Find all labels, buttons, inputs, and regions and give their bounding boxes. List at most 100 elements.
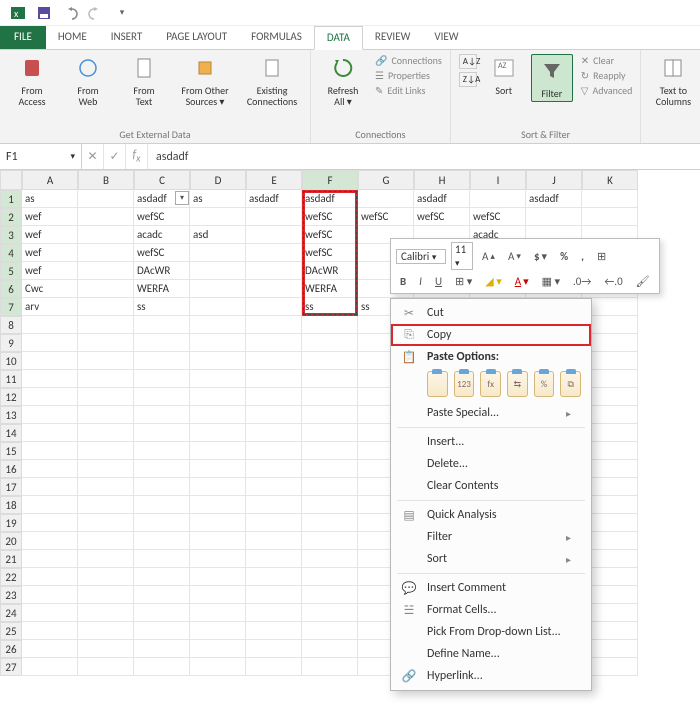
save-icon[interactable] xyxy=(36,5,52,21)
cell-C27[interactable] xyxy=(134,658,190,676)
cell-E14[interactable] xyxy=(246,424,302,442)
cell-F6[interactable]: WERFA xyxy=(302,280,358,298)
cell-C9[interactable] xyxy=(134,334,190,352)
cell-A5[interactable]: wef xyxy=(22,262,78,280)
cell-A12[interactable] xyxy=(22,388,78,406)
worksheet-grid[interactable]: ABCDEFGHIJK1asasdadf▾asasdadfasdadfasdad… xyxy=(0,170,700,676)
paste-option-5[interactable]: ⧉ xyxy=(560,371,581,397)
row-header-24[interactable]: 24 xyxy=(0,604,22,622)
row-header-21[interactable]: 21 xyxy=(0,550,22,568)
cell-E12[interactable] xyxy=(246,388,302,406)
cell-A23[interactable] xyxy=(22,586,78,604)
cell-D4[interactable] xyxy=(190,244,246,262)
cell-E21[interactable] xyxy=(246,550,302,568)
decrease-font-button[interactable]: A▾ xyxy=(504,248,525,265)
cell-E10[interactable] xyxy=(246,352,302,370)
cell-D7[interactable] xyxy=(190,298,246,316)
cell-K1[interactable] xyxy=(582,190,638,208)
cell-E11[interactable] xyxy=(246,370,302,388)
refresh-all-button[interactable]: RefreshAll ▾ xyxy=(319,54,367,107)
cell-F15[interactable] xyxy=(302,442,358,460)
from-other-sources-button[interactable]: From OtherSources ▾ xyxy=(176,54,234,107)
col-header-J[interactable]: J xyxy=(526,170,582,190)
font-size-combo[interactable]: 11 ▾ xyxy=(451,242,473,270)
qat-customize-icon[interactable]: ▾ xyxy=(114,5,130,21)
cell-D5[interactable] xyxy=(190,262,246,280)
cell-D20[interactable] xyxy=(190,532,246,550)
tab-review[interactable]: REVIEW xyxy=(363,26,423,49)
cell-E24[interactable] xyxy=(246,604,302,622)
cell-A21[interactable] xyxy=(22,550,78,568)
cell-C16[interactable] xyxy=(134,460,190,478)
cell-A7[interactable]: arv xyxy=(22,298,78,316)
row-header-6[interactable]: 6 xyxy=(0,280,22,298)
cell-B9[interactable] xyxy=(78,334,134,352)
cell-J1[interactable]: asdadf xyxy=(526,190,582,208)
format-painter-button[interactable]: 🖌 xyxy=(632,273,654,290)
cell-H2[interactable]: wefSC xyxy=(414,208,470,226)
col-header-D[interactable]: D xyxy=(190,170,246,190)
cell-F23[interactable] xyxy=(302,586,358,604)
cancel-formula-button[interactable]: ✕ xyxy=(82,144,104,169)
reapply-item[interactable]: ↻Reapply xyxy=(581,69,633,82)
cell-C2[interactable]: wefSC xyxy=(134,208,190,226)
increase-font-button[interactable]: A▴ xyxy=(478,248,499,265)
cell-C20[interactable] xyxy=(134,532,190,550)
cell-A9[interactable] xyxy=(22,334,78,352)
cell-E3[interactable] xyxy=(246,226,302,244)
cell-B14[interactable] xyxy=(78,424,134,442)
cell-A19[interactable] xyxy=(22,514,78,532)
col-header-C[interactable]: C xyxy=(134,170,190,190)
cell-F7[interactable]: ss xyxy=(302,298,358,316)
from-web-button[interactable]: FromWeb xyxy=(64,54,112,107)
cell-B4[interactable] xyxy=(78,244,134,262)
cell-F13[interactable] xyxy=(302,406,358,424)
cell-C1[interactable]: asdadf▾ xyxy=(134,190,190,208)
tab-data[interactable]: DATA xyxy=(314,26,363,50)
cell-A22[interactable] xyxy=(22,568,78,586)
cell-A18[interactable] xyxy=(22,496,78,514)
cell-A4[interactable]: wef xyxy=(22,244,78,262)
sort-button[interactable]: AZ Sort xyxy=(485,54,523,96)
text-to-columns-button[interactable]: Text toColumns xyxy=(649,54,697,107)
cell-B17[interactable] xyxy=(78,478,134,496)
cell-E25[interactable] xyxy=(246,622,302,640)
cell-A8[interactable] xyxy=(22,316,78,334)
cell-A24[interactable] xyxy=(22,604,78,622)
cell-E26[interactable] xyxy=(246,640,302,658)
cell-D9[interactable] xyxy=(190,334,246,352)
tab-view[interactable]: VIEW xyxy=(422,26,470,49)
row-header-19[interactable]: 19 xyxy=(0,514,22,532)
enter-formula-button[interactable]: ✓ xyxy=(104,144,126,169)
cell-C7[interactable]: ss xyxy=(134,298,190,316)
cell-C21[interactable] xyxy=(134,550,190,568)
from-text-button[interactable]: FromText xyxy=(120,54,168,107)
row-header-4[interactable]: 4 xyxy=(0,244,22,262)
redo-icon[interactable] xyxy=(88,5,104,21)
cell-B1[interactable] xyxy=(78,190,134,208)
cell-I2[interactable]: wefSC xyxy=(470,208,526,226)
menu-cut[interactable]: ✂Cut xyxy=(391,302,591,324)
cell-D17[interactable] xyxy=(190,478,246,496)
tab-file[interactable]: FILE xyxy=(0,26,46,49)
row-header-5[interactable]: 5 xyxy=(0,262,22,280)
comma-format-button[interactable]: , xyxy=(577,248,588,265)
undo-icon[interactable] xyxy=(62,5,78,21)
cell-B20[interactable] xyxy=(78,532,134,550)
tab-formulas[interactable]: FORMULAS xyxy=(239,26,314,49)
row-header-18[interactable]: 18 xyxy=(0,496,22,514)
cell-A17[interactable] xyxy=(22,478,78,496)
cell-E18[interactable] xyxy=(246,496,302,514)
formula-value[interactable]: asdadf xyxy=(148,150,700,164)
paste-option-4[interactable]: % xyxy=(534,371,555,397)
cell-A14[interactable] xyxy=(22,424,78,442)
cell-A1[interactable]: as xyxy=(22,190,78,208)
cell-B24[interactable] xyxy=(78,604,134,622)
cell-I1[interactable] xyxy=(470,190,526,208)
cell-D15[interactable] xyxy=(190,442,246,460)
cell-A15[interactable] xyxy=(22,442,78,460)
filter-dropdown-icon[interactable]: ▾ xyxy=(175,191,189,205)
cell-B19[interactable] xyxy=(78,514,134,532)
menu-sort[interactable]: Sort xyxy=(391,548,591,570)
cell-B10[interactable] xyxy=(78,352,134,370)
